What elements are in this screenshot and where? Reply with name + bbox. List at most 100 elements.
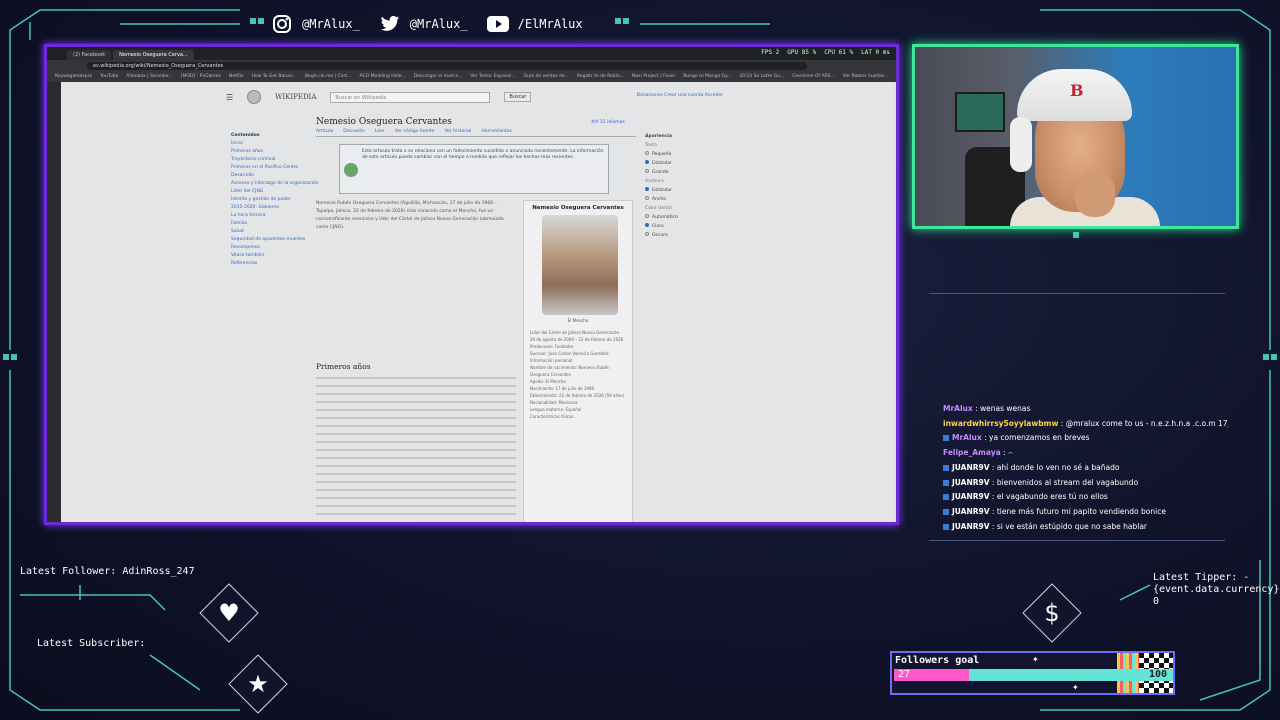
chat-username[interactable]: JUANR9V [952,478,990,487]
bookmark-item[interactable]: Alienbox | Servidor... [126,74,172,79]
radio-icon[interactable] [645,160,649,164]
appearance-option[interactable]: Grande [645,168,715,177]
chat-message: JUANR9V : bienvenidos al stream del vaga… [943,476,1228,491]
browser-side-gutter [47,82,61,522]
bookmark-item[interactable]: Nexi Project | Fuser [632,74,675,79]
chat-username[interactable]: JUANR9V [952,492,990,501]
bookmark-item[interactable]: [MOD] - PvGames [181,74,221,79]
infobox-photo[interactable] [542,215,618,315]
wikipedia-logo-icon[interactable] [247,90,262,104]
toc-item[interactable]: Seguridad de aparentes muertes [231,236,321,244]
toc-item[interactable]: Líder del CJNG [231,188,321,196]
bookmark-item[interactable]: Keywagamespro [55,74,92,79]
radio-icon[interactable] [645,214,649,218]
toc-item[interactable]: 2015-2020: Gobierno [231,204,321,212]
latest-tipper: Latest Tipper: - {event.data.currency} 0 [1153,572,1280,607]
menu-icon[interactable]: ☰ [226,93,233,102]
social-youtube: /ElMrAlux [486,12,583,36]
chat-separator: : [972,404,981,413]
toc-item[interactable]: Intento y gestión de poder [231,196,321,204]
bookmark-item[interactable]: (ECU) So Lotte Gu... [739,74,784,79]
article-tab[interactable]: Ver historial [444,129,471,134]
bookmark-item[interactable]: Regístr te de Roblo... [577,74,624,79]
infobox-field: Nacionalidad: Mexicana [530,400,578,405]
toc-item[interactable]: Primeros en el Pacífico Centro [231,164,321,172]
radio-icon[interactable] [645,196,649,200]
bookmark-item[interactable]: How To Get Banan... [252,74,297,79]
wiki-user-links[interactable]: Donaciones Crear una cuenta Acceder [637,93,723,98]
toc-item[interactable]: Familia [231,220,321,228]
infobox-fields: Líder del Cártel de Jalisco Nueva Genera… [530,329,626,420]
browser-tab-wikipedia[interactable]: Nemesio Oseguera Cerva... [113,50,194,60]
infobox-field: Nombre de nacimiento: Nemesio Rubén Oseg… [530,365,610,377]
radio-icon[interactable] [645,223,649,227]
toc-item[interactable]: Véase también [231,252,321,260]
recent-death-notice: Este artículo trata o se relaciona con u… [339,144,609,194]
lat-readout: LAT 0 ms [861,49,890,56]
browser-capture: (2) Facebook Nemesio Oseguera Cerva... F… [44,44,899,525]
chat-message: JUANR9V : si ve están estúpido que no sa… [943,520,1228,535]
browser-toolbar: es.wikipedia.org/wiki/Nemesio_Oseguera_C… [47,60,896,71]
toc-item[interactable]: Inicio [231,140,321,148]
bookmark-item[interactable]: Begin.nk.me | Cert... [305,74,351,79]
radio-icon[interactable] [645,232,649,236]
appearance-option[interactable]: Automático [645,213,715,222]
chat-username[interactable]: inwardwhirrsy5oyylawbmw [943,419,1058,428]
goal-current: 27 [898,669,911,680]
latest-follower: Latest Follower: AdinRoss_247 [20,566,195,577]
appearance-option[interactable]: Estándar [645,186,715,195]
bookmark-item[interactable]: Genshine Of ARS... [792,74,835,79]
appearance-title: Apariencia [645,134,673,139]
chat-panel: MrAlux : wenas wenas inwardwhirrsy5oyylaw… [929,293,1228,541]
bookmark-item[interactable]: Ver Tema: Expansi... [470,74,515,79]
chat-username[interactable]: JUANR9V [952,463,990,472]
appearance-option-label: Estándar [652,161,673,166]
toc-item[interactable]: Salud [231,228,321,236]
radio-icon[interactable] [645,151,649,155]
browser-tab-facebook[interactable]: (2) Facebook [67,50,112,60]
bookmark-item[interactable]: Bunge to Mango Gy... [683,74,731,79]
toc-item[interactable]: Primeros años [231,148,321,156]
chat-message: MrAlux : wenas wenas [943,402,1228,417]
radio-icon[interactable] [645,187,649,191]
appearance-option[interactable]: Claro [645,222,715,231]
wiki-search-input[interactable]: Buscar en Wikipedia [330,91,491,103]
followers-goal-widget: Followers goal ✦ ✦ 27 100 [890,651,1175,695]
appearance-option[interactable]: Pequeño [645,150,715,159]
radio-icon[interactable] [645,169,649,173]
article-tab[interactable]: Leer [375,129,385,134]
appearance-option[interactable]: Oscuro [645,231,715,240]
toc-item[interactable]: La hora tercera [231,212,321,220]
infobox-field: Nacimiento: 17 de julio de 1966 [530,386,595,391]
chat-username[interactable]: JUANR9V [952,507,990,516]
bookmark-item[interactable]: Ver Roblox huellas... [843,74,889,79]
bookmark-item[interactable]: YouTube [100,74,118,79]
appearance-option[interactable]: Ancho [645,195,715,204]
bookmark-item[interactable]: Netflix [229,74,244,79]
chat-username[interactable]: Felipe_Amaya [943,448,1001,457]
bookmark-item[interactable]: Descargar el mod a... [414,74,462,79]
toc-item[interactable]: Trayectoria criminal [231,156,321,164]
chat-username[interactable]: MrAlux [943,404,973,413]
article-tab[interactable]: Discusión [343,129,365,134]
bookmark-item[interactable]: ACO Modding Hele... [359,74,405,79]
chat-username[interactable]: JUANR9V [952,522,990,531]
infobox-field: Apodo: El Mencho [530,379,566,384]
language-selector[interactable]: 文A 15 idiomas [591,119,625,125]
bookmark-item[interactable]: Guía de ventas de... [524,74,569,79]
appearance-option[interactable]: Estándar [645,159,715,168]
infobox-field: Lengua materna: Español [530,407,582,412]
toc-item[interactable]: Referencias [231,260,321,268]
chat-separator: : [989,477,997,487]
article-tab[interactable]: Ver código fuente [395,129,435,134]
article-tab[interactable]: Herramientas [481,129,512,134]
toc-item[interactable]: Recompensa [231,244,321,252]
toc-item[interactable]: Desarrollo [231,172,321,180]
youtube-icon [486,12,510,36]
toc-item[interactable]: Ascenso y liderazgo de la organización [231,180,321,188]
wikipedia-logo-text: WIKIPEDIA [275,93,317,101]
chat-username[interactable]: MrAlux [952,433,982,442]
wiki-search-button[interactable]: Buscar [504,92,532,102]
latest-subscriber: Latest Subscriber: [37,638,146,649]
address-bar[interactable]: es.wikipedia.org/wiki/Nemesio_Oseguera_C… [87,61,807,70]
